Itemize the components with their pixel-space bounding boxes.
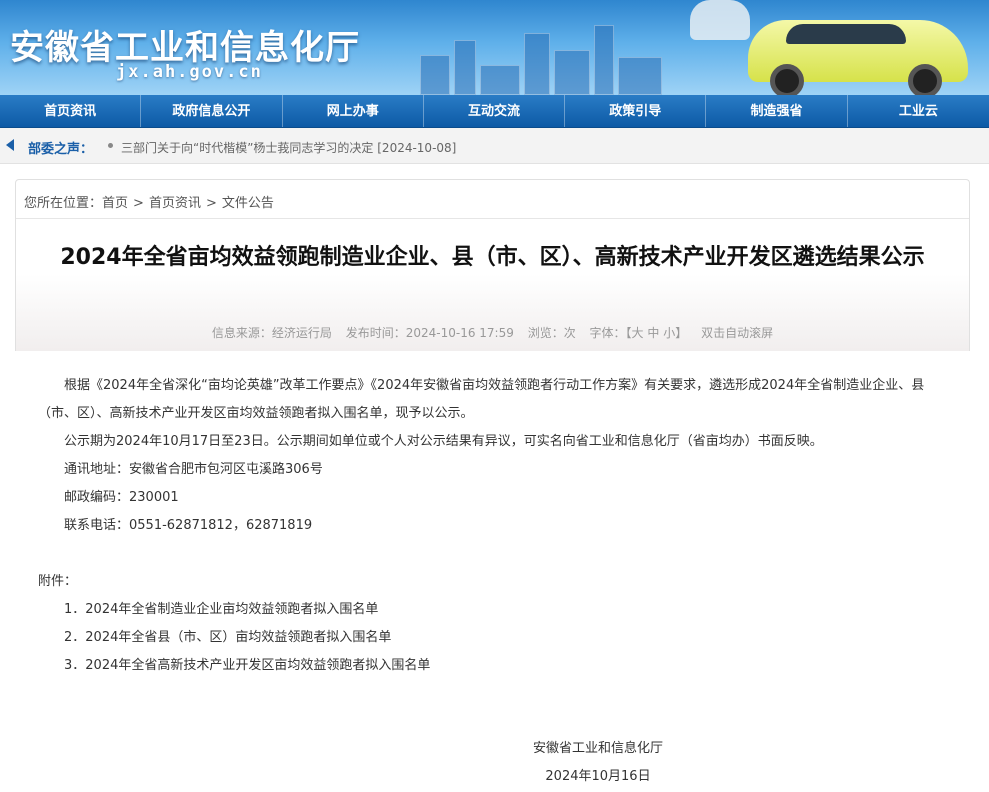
announcement-bar: 部委之声： 三部门关于向“时代楷模”杨士莪同志学习的决定 [2024-10-08… [0,128,989,164]
signature-date: 2024年10月16日 [545,769,651,784]
divider [16,218,969,219]
meta-views: 浏览：次 [527,326,576,340]
article-paragraph: 根据《2024年全省深化“亩均论英雄”改革工作要点》《2024年安徽省亩均效益领… [38,378,925,421]
article-header-box: 您所在位置：首页 > 首页资讯 > 文件公告 2024年全省亩均效益领跑制造业企业、县（… [15,179,970,351]
signature-org: 安徽省工业和信息化厅 [532,741,663,756]
breadcrumb-news[interactable]: 首页资讯 [149,196,201,211]
nav-item-gov-info[interactable]: 政府信息公开 [141,95,283,127]
meta-time: 发布时间：2024-10-16 17:59 [345,326,514,340]
signature-block: 安徽省工业和信息化厅 2024年10月16日 [528,735,668,791]
font-size-prefix: 字体：【 [589,326,632,340]
contact-postcode: 邮政编码：230001 [64,490,179,505]
breadcrumb-home[interactable]: 首页 [102,196,128,211]
speaker-icon [6,139,14,151]
font-medium-button[interactable]: 中 [647,326,659,340]
article-paragraph: 公示期为2024年10月17日至23日。公示期间如单位或个人对公示结果有异议，可… [64,434,823,449]
attachment-link[interactable]: 3．2024年全省高新技术产业开发区亩均效益领跑者拟入围名单 [38,652,954,680]
attachments-heading: 附件： [38,574,78,589]
article-meta: 信息来源：经济运行局 发布时间：2024-10-16 17:59 浏览：次 字体… [16,324,969,341]
contact-phone: 联系电话：0551-62871812，62871819 [64,518,313,533]
city-skyline-graphic [420,8,680,95]
nav-item-online-service[interactable]: 网上办事 [283,95,424,127]
attachment-link[interactable]: 1．2024年全省制造业企业亩均效益领跑者拟入围名单 [38,596,954,624]
breadcrumb-separator: > [133,196,144,211]
article-title: 2024年全省亩均效益领跑制造业企业、县（市、区）、高新技术产业开发区遴选结果公… [60,245,925,270]
site-domain: jx.ah.gov.cn [116,62,263,82]
car-graphic [748,6,968,95]
nav-item-policy[interactable]: 政策引导 [565,95,707,127]
site-banner: 安徽省工业和信息化厅 jx.ah.gov.cn [0,0,989,95]
font-size-control: 字体：【大 中 小】 [590,326,688,340]
announcement-label: 部委之声： [28,142,94,157]
main-nav: 首页资讯 政府信息公开 网上办事 互动交流 政策引导 制造强省 工业云 [0,95,989,128]
bullet-icon [108,143,113,148]
nav-item-manufacturing[interactable]: 制造强省 [706,95,848,127]
contact-address: 通讯地址：安徽省合肥市包河区屯溪路306号 [64,462,323,477]
breadcrumb-notices[interactable]: 文件公告 [222,196,274,211]
meta-source: 信息来源：经济运行局 [211,326,332,340]
nav-item-industry-cloud[interactable]: 工业云 [848,95,989,127]
font-size-suffix: 】 [675,326,688,340]
font-large-button[interactable]: 大 [632,326,644,340]
article-body: 根据《2024年全省深化“亩均论英雄”改革工作要点》《2024年安徽省亩均效益领… [38,372,954,680]
breadcrumb: 您所在位置：首页 > 首页资讯 > 文件公告 [24,192,274,211]
nav-item-news[interactable]: 首页资讯 [0,95,142,127]
font-small-button[interactable]: 小 [663,326,675,340]
breadcrumb-prefix: 您所在位置： [24,196,103,211]
announcement-link[interactable]: 三部门关于向“时代楷模”杨士莪同志学习的决定 [2024-10-08] [121,139,456,156]
breadcrumb-separator: > [205,196,217,211]
car-graphic-background [690,0,750,40]
autoscroll-hint[interactable]: 双击自动滚屏 [701,326,773,340]
nav-item-interaction[interactable]: 互动交流 [424,95,566,127]
attachment-link[interactable]: 2．2024年全省县（市、区）亩均效益领跑者拟入围名单 [38,624,954,652]
